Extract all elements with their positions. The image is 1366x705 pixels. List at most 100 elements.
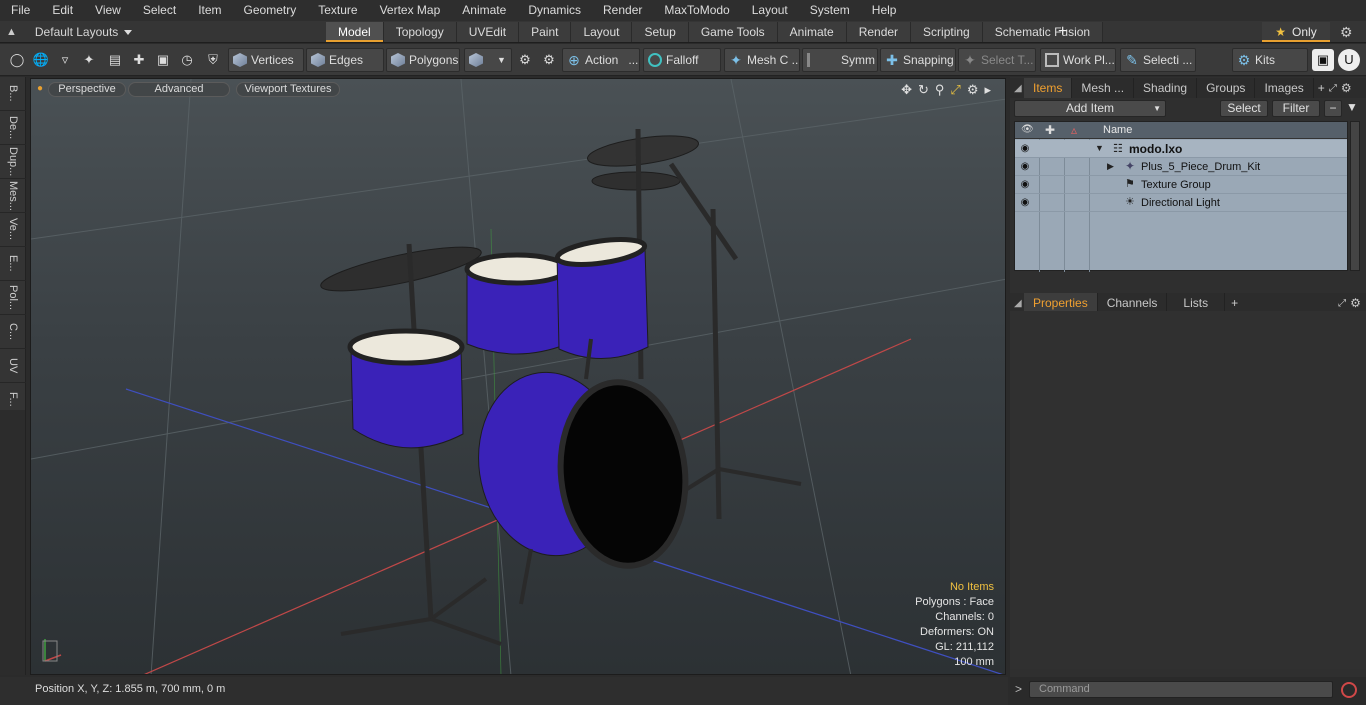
funnel-icon[interactable]: ▼ — [1346, 100, 1358, 114]
tab-game-tools[interactable]: Game Tools — [688, 22, 778, 42]
brush-icon[interactable]: ✦ — [78, 49, 100, 71]
3d-viewport[interactable]: ● Perspective Advanced Viewport Textures… — [30, 78, 1006, 675]
tab-animate[interactable]: Animate — [777, 22, 847, 42]
menu-file[interactable]: File — [0, 0, 41, 21]
left-tab-5[interactable]: E... — [0, 247, 26, 281]
add-tab-icon[interactable]: + — [1058, 23, 1067, 41]
tab-properties[interactable]: Properties — [1024, 293, 1098, 313]
expand-icon[interactable]: ⤢ — [1338, 298, 1346, 309]
panel-menu-icon[interactable]: ◢ — [1010, 83, 1024, 94]
expand-arrow-icon[interactable]: ▶ — [1107, 161, 1114, 172]
tab-model[interactable]: Model — [326, 22, 384, 42]
mesh-constraint-button[interactable]: ✦ Mesh C ... — [724, 48, 800, 72]
tab-mesh[interactable]: Mesh ... — [1072, 78, 1135, 98]
clock-icon[interactable]: ◷ — [176, 49, 198, 71]
menu-item[interactable]: Item — [187, 0, 232, 21]
visibility-col-icon[interactable]: 👁 — [1021, 124, 1034, 135]
filter-button[interactable]: Filter — [1272, 100, 1320, 117]
select-button[interactable]: Select — [1220, 100, 1268, 117]
falloff-button[interactable]: Falloff — [643, 48, 721, 72]
expand-arrow-icon[interactable]: ▼ — [1095, 143, 1104, 153]
layout-home-icon[interactable]: ▲ — [6, 26, 17, 38]
left-tab-3[interactable]: Mes... — [0, 179, 26, 213]
menu-geometry[interactable]: Geometry — [233, 0, 308, 21]
menu-maxtomodo[interactable]: MaxToModo — [653, 0, 740, 21]
tab-topology[interactable]: Topology — [383, 22, 457, 42]
viewport-textures-button[interactable]: Viewport Textures — [236, 82, 340, 97]
viewport-gear-icon[interactable]: ⚙ — [967, 82, 979, 98]
menu-texture[interactable]: Texture — [307, 0, 368, 21]
symmetry-button[interactable]: Symm ... — [802, 48, 878, 72]
globe-icon[interactable]: 🌐 — [30, 49, 52, 71]
snapping-button[interactable]: ✚ Snapping — [880, 48, 956, 72]
left-tab-8[interactable]: UV — [0, 349, 26, 383]
menu-view[interactable]: View — [84, 0, 132, 21]
fit-icon[interactable]: ⤢ — [950, 82, 960, 98]
viewport-menu-icon[interactable]: ▸ — [984, 82, 991, 98]
eye-icon[interactable]: ◉ — [1019, 179, 1031, 191]
zoom-icon[interactable]: ⚲ — [935, 82, 945, 98]
center-icon[interactable]: ⚙ — [538, 49, 560, 71]
tree-row-mesh[interactable]: ◉ ▶ ✦ Plus_5_Piece_Drum_Kit — [1015, 158, 1347, 176]
vertices-button[interactable]: Vertices — [228, 48, 304, 72]
pan-icon[interactable]: ✥ — [901, 82, 912, 98]
select-circle-icon[interactable]: ◯ — [6, 49, 28, 71]
menu-system[interactable]: System — [799, 0, 861, 21]
tab-render[interactable]: Render — [846, 22, 912, 42]
menu-select[interactable]: Select — [132, 0, 187, 21]
tab-setup[interactable]: Setup — [632, 22, 689, 42]
add-item-button[interactable]: Add Item ▼ — [1014, 100, 1166, 117]
tab-items[interactable]: Items — [1024, 78, 1073, 98]
menu-dynamics[interactable]: Dynamics — [517, 0, 592, 21]
kits-button[interactable]: ⚙ Kits — [1232, 48, 1308, 72]
tab-channels[interactable]: Channels — [1098, 293, 1168, 313]
add-panel-tab-icon[interactable]: + — [1231, 296, 1238, 310]
tab-images[interactable]: Images — [1255, 78, 1314, 98]
menu-edit[interactable]: Edit — [41, 0, 84, 21]
add-panel-tab-icon[interactable]: + — [1318, 81, 1325, 95]
left-tab-4[interactable]: Ve... — [0, 213, 26, 247]
command-input[interactable]: Command — [1029, 681, 1333, 698]
unreal-icon[interactable]: U — [1338, 49, 1360, 71]
edges-button[interactable]: Edges — [306, 48, 384, 72]
tab-lists[interactable]: Lists — [1167, 293, 1226, 313]
transform-icon[interactable]: ✚ — [128, 49, 150, 71]
menu-help[interactable]: Help — [861, 0, 908, 21]
expand-icon[interactable]: ⤢ — [1329, 83, 1337, 94]
tree-row-scene[interactable]: ◉ ▼ ☷ modo.lxo — [1015, 140, 1347, 158]
tab-paint[interactable]: Paint — [519, 22, 572, 42]
left-tab-1[interactable]: De... — [0, 111, 26, 145]
only-toggle[interactable]: ★ Only — [1262, 22, 1330, 42]
eye-icon[interactable]: ◉ — [1019, 143, 1031, 155]
menu-vertex-map[interactable]: Vertex Map — [369, 0, 452, 21]
tab-layout[interactable]: Layout — [571, 22, 633, 42]
tab-uvedit[interactable]: UVEdit — [456, 22, 520, 42]
left-tab-2[interactable]: Dup... — [0, 145, 26, 179]
advanced-button[interactable]: Advanced — [128, 82, 230, 97]
work-plane-button[interactable]: Work Pl... — [1040, 48, 1116, 72]
tree-row-light[interactable]: ◉ ☀ Directional Light — [1015, 194, 1347, 212]
viewport-dot-icon[interactable]: ● — [37, 83, 43, 94]
tab-schematic-fusion[interactable]: Schematic Fusion — [982, 22, 1104, 42]
tab-groups[interactable]: Groups — [1197, 78, 1256, 98]
layouts-dropdown[interactable]: ▲ Default Layouts — [6, 21, 133, 43]
tab-shading[interactable]: Shading — [1134, 78, 1198, 98]
eye-icon[interactable]: ◉ — [1019, 161, 1031, 173]
panel-menu-icon[interactable]: ◢ — [1010, 298, 1024, 309]
selection-sets-button[interactable]: ✎ Selecti ... — [1120, 48, 1196, 72]
align-icon[interactable]: ▤ — [104, 49, 126, 71]
left-tab-6[interactable]: Pol... — [0, 281, 26, 315]
gear-icon[interactable]: ⚙ — [1340, 24, 1353, 41]
unity-icon[interactable]: ▣ — [1312, 49, 1334, 71]
select-through-button[interactable]: ✦ Select T... — [958, 48, 1036, 72]
menu-render[interactable]: Render — [592, 0, 653, 21]
render-col-icon[interactable]: ▵ — [1071, 123, 1077, 137]
tree-scrollbar[interactable] — [1350, 121, 1360, 271]
collapse-icon[interactable]: − — [1324, 100, 1342, 117]
menu-animate[interactable]: Animate — [451, 0, 517, 21]
lock-col-icon[interactable]: ✚ — [1045, 123, 1055, 137]
pen-icon[interactable]: ▿ — [54, 49, 76, 71]
action-center-button[interactable]: ⊕ Action... — [562, 48, 640, 72]
name-column-header[interactable]: Name — [1103, 122, 1132, 139]
item-mode-dropdown[interactable]: ▼ — [464, 48, 512, 72]
